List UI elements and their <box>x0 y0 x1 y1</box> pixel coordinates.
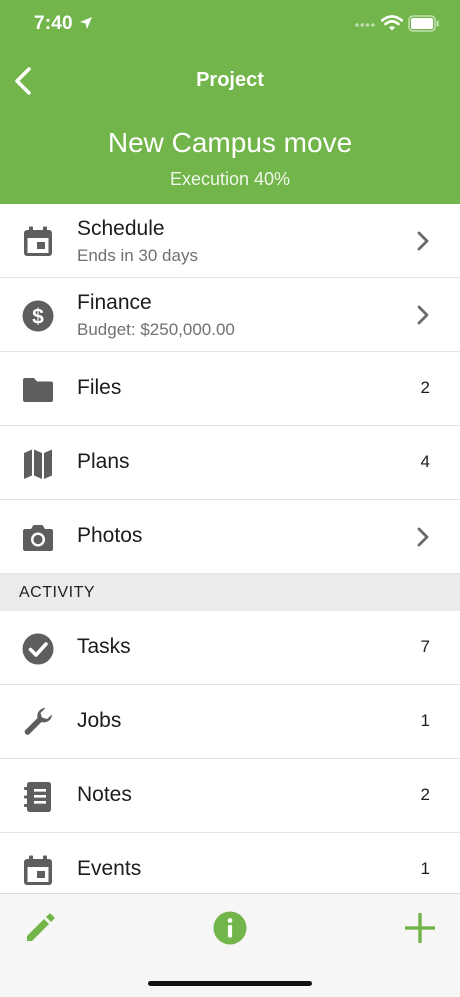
list-item-count: 7 <box>420 637 430 656</box>
list-item-schedule[interactable]: Schedule Ends in 30 days <box>0 204 460 278</box>
folder-icon <box>20 372 56 408</box>
info-button[interactable] <box>210 908 250 948</box>
add-button[interactable] <box>400 908 440 948</box>
list-item-subtitle: Budget: $250,000.00 <box>77 320 235 339</box>
svg-text:$: $ <box>32 306 44 329</box>
chevron-right-icon <box>417 527 429 547</box>
wifi-icon <box>381 15 403 31</box>
list-item-title: Photos <box>77 524 143 547</box>
list-item-title: Jobs <box>77 709 122 732</box>
calendar-icon <box>20 853 56 889</box>
list-item-title: Schedule <box>77 217 165 240</box>
calendar-icon <box>20 224 56 260</box>
location-arrow-icon <box>80 17 92 29</box>
nav-title: Project <box>196 69 264 91</box>
list-item-notes[interactable]: Notes 2 <box>0 759 460 833</box>
list-item-count: 2 <box>420 378 430 397</box>
checkmark-icon <box>20 631 56 667</box>
list-item-title: Notes <box>77 783 132 806</box>
cellular-signal-icon <box>355 23 375 27</box>
list-item-title: Plans <box>77 450 130 473</box>
list-item-title: Events <box>77 857 142 880</box>
list-item-count: 4 <box>420 452 430 471</box>
list-item-title: Files <box>77 376 122 399</box>
section-header-label: ACTIVITY <box>19 584 96 601</box>
dollar-icon: $ <box>20 298 56 334</box>
list-item-plans[interactable]: Plans 4 <box>0 426 460 500</box>
project-status: Execution 40% <box>169 169 291 189</box>
status-bar: 7:40 <box>0 0 460 48</box>
list-item-count: 1 <box>420 859 430 878</box>
chevron-right-icon <box>417 305 429 325</box>
map-icon <box>20 446 56 482</box>
list-item-count: 1 <box>420 711 430 730</box>
info-icon <box>213 911 247 945</box>
list-item-finance[interactable]: $ Finance Budget: $250,000.00 <box>0 278 460 352</box>
status-time: 7:40 <box>34 13 73 34</box>
list-item-tasks[interactable]: Tasks 7 <box>0 611 460 685</box>
list-item-title: Tasks <box>77 635 131 658</box>
list-item-title: Finance <box>77 291 152 314</box>
pencil-icon <box>27 913 55 941</box>
camera-icon <box>20 520 56 556</box>
notebook-icon <box>20 779 56 815</box>
list-item-count: 2 <box>420 785 430 804</box>
list-item-subtitle: Ends in 30 days <box>77 246 198 265</box>
list-item-files[interactable]: Files 2 <box>0 352 460 426</box>
plus-icon <box>405 913 435 943</box>
section-header-activity: ACTIVITY <box>0 574 460 611</box>
chevron-right-icon <box>417 231 429 251</box>
wrench-icon <box>20 705 56 741</box>
battery-icon <box>408 15 439 32</box>
list-item-jobs[interactable]: Jobs 1 <box>0 685 460 759</box>
list-item-photos[interactable]: Photos <box>0 500 460 574</box>
home-indicator[interactable] <box>148 981 312 986</box>
edit-button[interactable] <box>20 908 60 948</box>
project-menu-list: Schedule Ends in 30 days $ Finance Budge… <box>0 204 460 907</box>
project-header: 7:40 Project New Campus move Execution 4… <box>0 0 460 204</box>
project-name: New Campus move <box>107 127 353 158</box>
